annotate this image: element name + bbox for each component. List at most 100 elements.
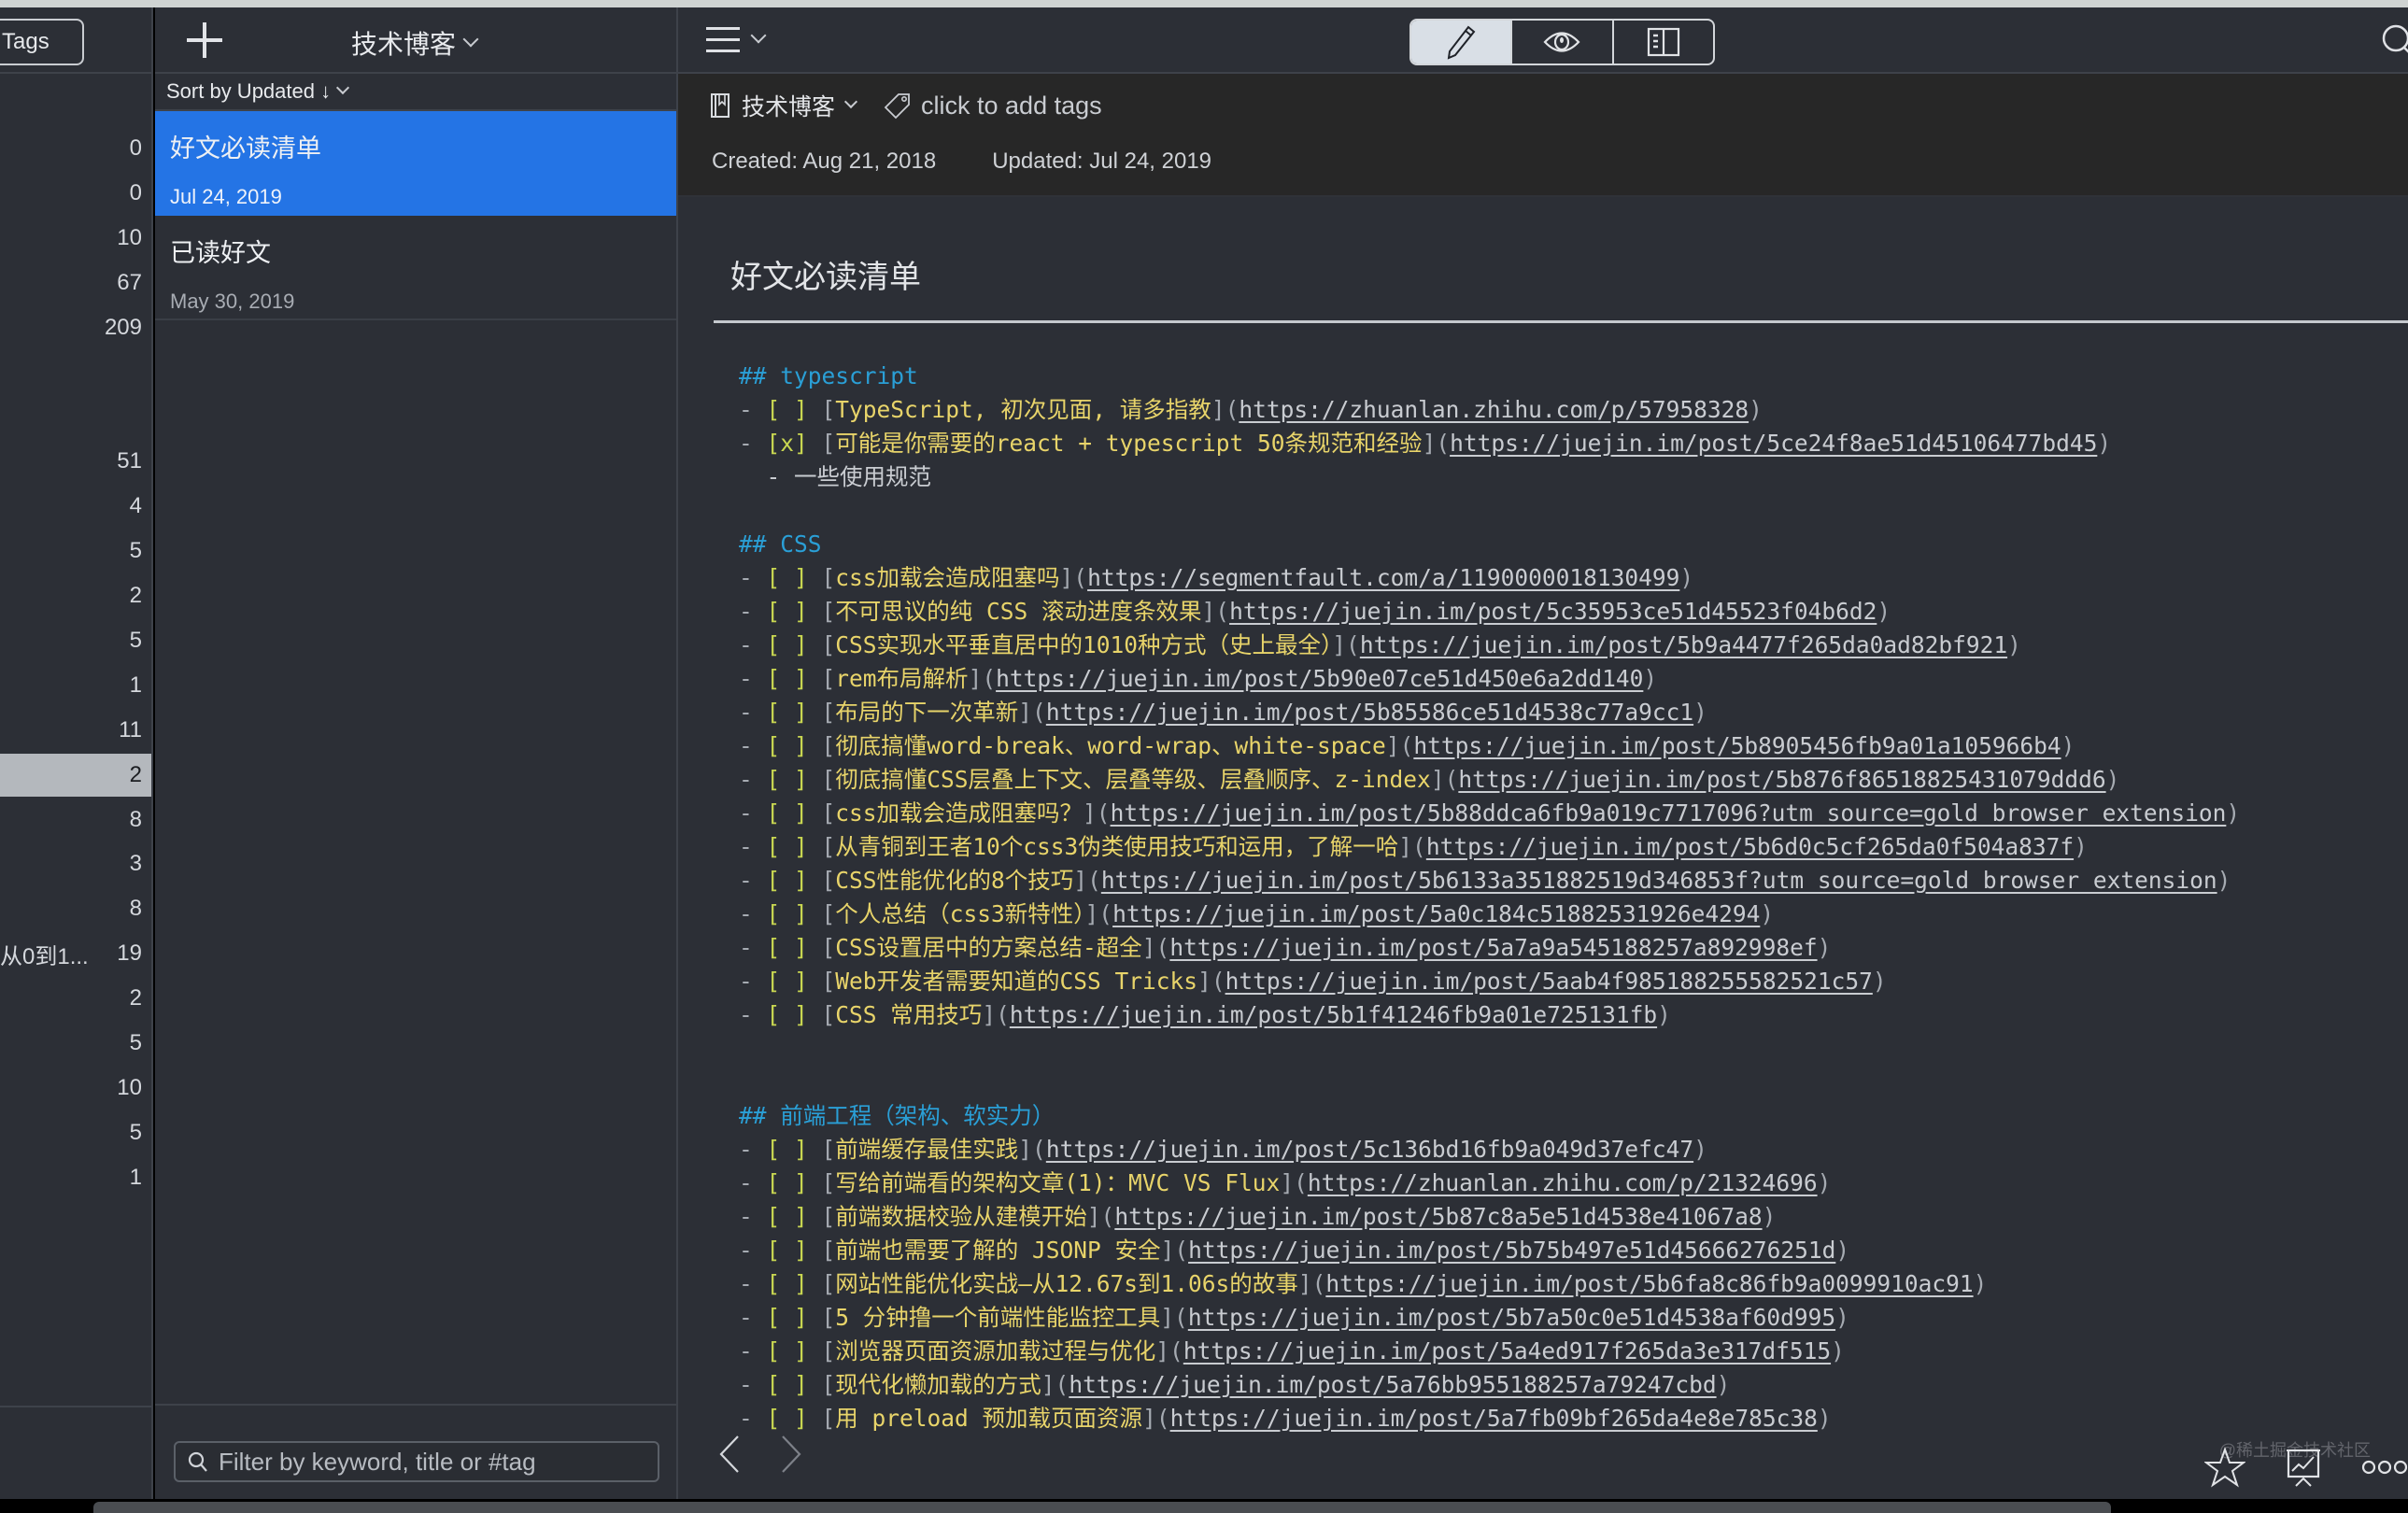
preview-mode-button[interactable] [1512,21,1614,64]
checkbox-marker[interactable]: [ ] [767,396,808,423]
tag-row[interactable]: 8 [0,887,151,930]
tag-row[interactable]: 2 [0,574,151,617]
split-mode-button[interactable] [1614,21,1713,64]
markdown-editor[interactable]: 好文必读清单 ## typescript - [ ] [TypeScript, 初… [678,199,2408,1432]
link-url[interactable]: https://juejin.im/post/5b876f86518825431… [1458,766,2105,793]
tag-row[interactable]: 1 [0,664,151,707]
checkbox-marker[interactable]: [ ] [767,631,808,658]
checkbox-marker[interactable]: [ ] [767,732,808,759]
link-url[interactable]: https://juejin.im/post/5b87c8a5e51d4538e… [1114,1203,1762,1230]
note-list-item[interactable]: 已读好文 May 30, 2019 [155,216,676,320]
checkbox-marker[interactable]: [ ] [767,1001,808,1028]
checkbox-marker[interactable]: [ ] [767,1405,808,1432]
presentation-icon[interactable] [2283,1445,2324,1490]
checkbox-marker[interactable]: [ ] [767,1337,808,1365]
link-url[interactable]: https://juejin.im/post/5b7a50c0e51d4538a… [1188,1304,1835,1331]
checkbox-marker[interactable]: [ ] [767,766,808,793]
link-url[interactable]: https://juejin.im/post/5a7a9a545188257a8… [1169,934,1817,961]
tag-row[interactable]: 2 [0,753,151,797]
tag-row[interactable]: 5 [0,1111,151,1154]
note-list-item[interactable]: 好文必读清单 Jul 24, 2019 [155,111,676,216]
tag-row[interactable]: 5 [0,619,151,662]
checkbox-marker[interactable]: [ ] [767,1203,808,1230]
checkbox-marker[interactable]: [ ] [767,1371,808,1398]
checkbox-marker[interactable]: [ ] [767,564,808,591]
tag-row[interactable]: 0 [0,127,151,170]
forward-button[interactable] [777,1434,805,1475]
checkbox-marker[interactable]: [ ] [767,598,808,625]
tag-row[interactable]: 8 [0,799,151,841]
checkbox-marker[interactable]: [ ] [767,934,808,961]
link-text: 前端缓存最佳实践 [835,1136,1019,1163]
link-url[interactable]: https://juejin.im/post/5b90e07ce51d450e6… [996,665,1643,692]
checkbox-marker[interactable]: [ ] [767,699,808,726]
tag-count: 51 [117,448,142,474]
filter-input[interactable] [219,1447,648,1477]
checkbox-marker[interactable]: [ ] [767,1237,808,1264]
link-url[interactable]: https://juejin.im/post/5a7fb09bf265da4e8… [1170,1405,1818,1432]
tag-row[interactable]: 10 [0,217,151,260]
link-url[interactable]: https://juejin.im/post/5a4ed917f265da3e3… [1183,1337,1831,1365]
checkbox-marker[interactable]: [ ] [767,833,808,860]
checkbox-marker[interactable]: [ ] [767,1270,808,1297]
link-url[interactable]: https://juejin.im/post/5b85586ce51d4538c… [1046,699,1693,726]
more-options-icon[interactable] [2361,1458,2408,1477]
link-url[interactable]: https://juejin.im/post/5b6d0c5cf265da0f5… [1426,833,2074,860]
checkbox-marker[interactable]: [x] [767,430,808,457]
star-icon[interactable] [2204,1447,2245,1488]
list-bullet: - [739,598,767,625]
checkbox-marker[interactable]: [ ] [767,665,808,692]
link-url[interactable]: https://juejin.im/post/5a76bb955188257a7… [1069,1371,1716,1398]
tag-row[interactable]: 0 [0,172,151,215]
tag-row[interactable]: 10 [0,1067,151,1110]
checkbox-marker[interactable]: [ ] [767,900,808,927]
tag-row[interactable]: 5 [0,1022,151,1065]
checkbox-marker[interactable]: [ ] [767,1304,808,1331]
note-notebook-selector[interactable]: 技术博客 [710,89,858,122]
link-url[interactable]: https://juejin.im/post/5c35953ce51d45523… [1229,598,1877,625]
tags-button[interactable]: Tags [0,19,84,65]
checkbox-marker[interactable]: [ ] [767,968,808,995]
checkbox-marker[interactable]: [ ] [767,1169,808,1196]
checkbox-marker[interactable]: [ ] [767,799,808,827]
back-button[interactable] [715,1434,744,1475]
tag-row[interactable]: 51 [0,440,151,483]
search-icon[interactable] [2380,22,2408,60]
tag-row[interactable]: 3 [0,842,151,885]
tag-row[interactable]: 1 [0,1156,151,1199]
link-url[interactable]: https://juejin.im/post/5b1f41246fb9a01e7… [1010,1001,1657,1028]
tag-row[interactable]: 67 [0,262,151,304]
link-url[interactable]: https://juejin.im/post/5ce24f8ae51d45106… [1450,430,2097,457]
tag-row[interactable]: 4 [0,485,151,528]
link-url[interactable]: https://zhuanlan.zhihu.com/p/57958328 [1239,396,1749,423]
tag-row[interactable] [0,351,151,394]
link-url[interactable]: https://juejin.im/post/5b88ddca6fb9a019c… [1111,799,2227,827]
link-url[interactable]: https://juejin.im/post/5b6fa8c86fb9a0099… [1325,1270,1973,1297]
menu-button[interactable] [706,26,767,52]
link-url[interactable]: https://juejin.im/post/5b6133a351882519d… [1101,867,2217,894]
tag-row[interactable]: 209 [0,306,151,349]
link-url[interactable]: https://juejin.im/post/5aab4f98518825558… [1225,968,1873,995]
link-url[interactable]: https://juejin.im/post/5c136bd16fb9a049d… [1046,1136,1693,1163]
note-title[interactable]: 好文必读清单 [730,251,921,297]
checkbox-marker[interactable]: [ ] [767,1136,808,1163]
link-url[interactable]: https://juejin.im/post/5b8905456fb9a01a1… [1413,732,2061,759]
note-list-panel: 技术博客 Sort by Updated ↓ 好文必读清单 Jul 24, 201… [155,7,678,1499]
link-url[interactable]: https://juejin.im/post/5a0c184c518825319… [1112,900,1760,927]
filter-field[interactable] [174,1441,659,1482]
add-note-button[interactable] [183,19,226,62]
link-url[interactable]: https://juejin.im/post/5b9a4477f265da0ad… [1360,631,2007,658]
edit-mode-button[interactable] [1411,21,1513,64]
link-url[interactable]: https://juejin.im/post/5b75b497e51d45666… [1188,1237,1835,1264]
tag-row[interactable]: 5 [0,530,151,573]
tag-row[interactable] [0,395,151,438]
add-tags-button[interactable]: click to add tags [884,92,1102,120]
tag-row[interactable]: 11 [0,709,151,752]
link-url[interactable]: https://zhuanlan.zhihu.com/p/21324696 [1308,1169,1818,1196]
sort-dropdown[interactable]: Sort by Updated ↓ [155,74,676,111]
tag-row[interactable]: 从0到1... 19 [0,932,151,975]
tag-row[interactable]: 2 [0,977,151,1020]
notebook-selector[interactable]: 技术博客 [351,24,479,62]
link-url[interactable]: https://segmentfault.com/a/1190000018130… [1087,564,1679,591]
checkbox-marker[interactable]: [ ] [767,867,808,894]
